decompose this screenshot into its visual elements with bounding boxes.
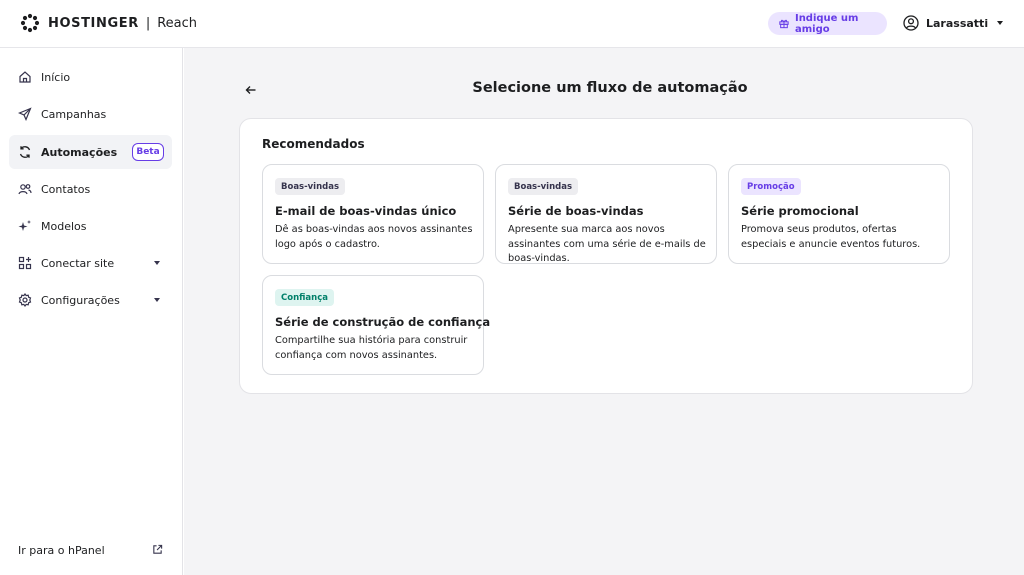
user-avatar-icon [903,15,919,31]
card-title: Série de boas-vindas [508,204,644,218]
category-tag: Promoção [741,178,801,195]
sidebar-item-label: Contatos [41,182,91,196]
sidebar-item-label: Conectar site [41,256,115,270]
user-menu[interactable]: Larassatti [903,13,1004,33]
hostinger-logo-icon [20,13,40,33]
sidebar-item-label: Modelos [41,219,87,233]
sidebar-item-label: Configurações [41,293,120,307]
brand-logo-link[interactable]: HOSTINGER | Reach [20,12,197,34]
gear-icon [18,293,32,307]
card-description: Promova seus produtos, ofertas especiais… [741,224,921,250]
chevron-down-icon [154,298,160,302]
top-bar: HOSTINGER | Reach Indique um amigo Laras… [0,0,1024,48]
sparkle-icon [18,219,32,233]
category-tag: Boas-vindas [275,178,346,195]
automation-card-promotional-series[interactable]: Promoção Série promocional Promova seus … [728,164,950,264]
brand-separator: | [145,15,151,31]
sidebar-item-modelos[interactable]: Modelos [9,209,172,243]
sidebar-item-label: Início [41,70,71,84]
home-icon [18,70,32,84]
sidebar-item-configuracoes[interactable]: Configurações [9,283,172,317]
refresh-icon [18,145,32,159]
sidebar-item-label: Automações [41,145,118,159]
brand-name: HOSTINGER [48,15,139,31]
section-title: Recomendados [262,137,365,151]
hpanel-link-label: Ir para o hPanel [18,543,105,557]
gift-icon [779,19,789,29]
automation-card-welcome-series[interactable]: Boas-vindas Série de boas-vindas Apresen… [495,164,717,264]
card-description: Dê as boas-vindas aos novos assinantes l… [275,224,473,250]
refer-friend-label: Indique um amigo [794,12,859,35]
beta-badge: Beta [132,143,164,161]
sidebar-item-campanhas[interactable]: Campanhas [9,97,172,131]
hpanel-link[interactable]: Ir para o hPanel [18,542,163,558]
category-tag: Confiança [275,289,334,306]
automation-card-welcome-email[interactable]: Boas-vindas E-mail de boas-vindas único … [262,164,484,264]
sidebar-item-conectar-site[interactable]: Conectar site [9,246,172,280]
users-icon [18,182,32,196]
card-title: Série de construção de confiança [275,315,491,329]
apps-icon [18,256,32,270]
product-name: Reach [157,15,198,31]
chevron-down-icon [997,21,1004,25]
user-name: Larassatti [926,16,989,30]
send-icon [18,107,32,121]
sidebar-item-contatos[interactable]: Contatos [9,172,172,206]
card-description: Compartilhe sua história para construir … [275,335,468,361]
card-title: Série promocional [741,204,859,218]
sidebar-item-automacoes[interactable]: Automações Beta [9,135,172,169]
sidebar-item-label: Campanhas [41,107,107,121]
automation-card-trust-series[interactable]: Confiança Série de construção de confian… [262,275,490,375]
sidebar-item-inicio[interactable]: Início [9,60,172,94]
page-title: Selecione um fluxo de automação [472,80,748,96]
card-title: E-mail de boas-vindas único [275,204,457,218]
refer-friend-button[interactable]: Indique um amigo [768,12,887,35]
category-tag: Boas-vindas [508,178,579,195]
card-description: Apresente sua marca aos novos assinantes… [508,224,706,264]
chevron-down-icon [154,261,160,265]
external-link-icon [153,544,163,554]
